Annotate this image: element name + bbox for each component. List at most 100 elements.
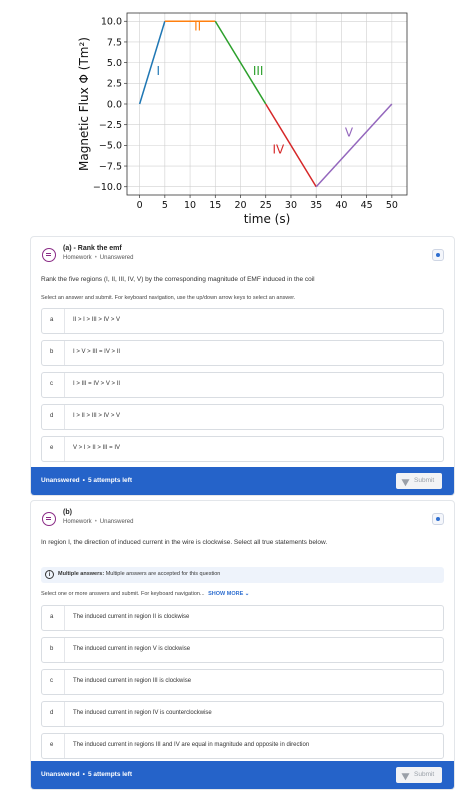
instructions-text: Select one or more answers and submit. F… [41,591,205,597]
option-letter: b [50,349,54,355]
answer-option-c[interactable]: c I > III = IV > V > II [41,372,444,398]
option-divider [64,309,65,333]
option-letter: e [50,742,54,748]
option-divider [64,405,65,429]
meta-status: Unanswered [99,255,134,261]
option-label: V > I > II > III = IV [73,445,121,451]
submit-label: Submit [414,477,435,484]
multiple-answers-note: i Multiple answers: Multiple answers are… [41,567,444,583]
region-label-iii: III [253,64,264,78]
answer-option-a[interactable]: a II > I > III > IV > V [41,308,444,334]
region-label-ii: II [194,19,201,33]
info-icon: i [45,570,54,579]
question-prompt: Rank the five regions (I, II, III, IV, V… [41,276,315,283]
option-divider [64,341,65,365]
question-card-a: (a) - Rank the emf Homework • Unanswered R… [30,236,455,496]
question-card-b: (b) Homework • Unanswered In region I, the… [30,500,455,790]
answer-option-e[interactable]: e The induced current in regions III and… [41,733,444,759]
region-label-v: V [345,125,354,139]
answer-option-b[interactable]: b The induced current in region V is clo… [41,637,444,663]
question-instructions: Select an answer and submit. For keyboar… [41,295,296,301]
option-divider [64,670,65,694]
option-label: I > II > III > IV > V [73,413,121,419]
footer-status: Unanswered [41,771,80,778]
x-tick-label: 30 [285,200,297,211]
y-tick-label: −2.5 [99,120,122,131]
answer-option-c[interactable]: c The induced current in region III is c… [41,669,444,695]
y-tick-label: −10.0 [93,182,122,193]
flux-chart: 0 5 10 15 20 25 30 35 40 45 50 10.0 7.5 5.0 2.5 0.0 −2.5… [0,0,474,232]
answer-option-a[interactable]: a The induced current in region II is cl… [41,605,444,631]
option-label: The induced current in region III is clo… [73,678,192,684]
option-letter: a [50,614,54,620]
answer-option-b[interactable]: b I > V > III = IV > II [41,340,444,366]
question-footer: Unanswered • 5 attempts left Submit [31,761,454,789]
attempt-status: Unanswered • 5 attempts left [41,771,133,778]
x-tick-label: 35 [310,200,322,211]
question-meta: Homework • Unanswered [63,519,134,525]
attempts-left: 5 attempts left [87,477,133,484]
y-axis-label: Magnetic Flux Φ (Tm²) [77,37,91,171]
y-tick-label: −7.5 [99,161,122,172]
attempts-left: 5 attempts left [87,771,133,778]
x-tick-label: 0 [137,200,143,211]
meta-type: Homework [63,255,92,261]
option-label: The induced current in region V is clock… [73,646,191,652]
answer-option-d[interactable]: d I > II > III > IV > V [41,404,444,430]
option-divider [64,437,65,461]
option-letter: c [50,381,53,387]
note-text: Multiple answers are accepted for this q… [105,571,221,577]
answer-option-d[interactable]: d The induced current in region IV is co… [41,701,444,727]
x-tick-label: 45 [361,200,373,211]
option-divider [64,734,65,758]
option-letter: c [50,678,53,684]
x-tick-label: 25 [260,200,272,211]
y-tick-label: 2.5 [107,79,122,90]
option-label: The induced current in region II is cloc… [73,614,190,620]
question-footer: Unanswered • 5 attempts left Submit [31,467,454,495]
option-divider [64,702,65,726]
show-more-link[interactable]: SHOW MORE ⌄ [208,591,249,597]
option-label: The induced current in region IV is coun… [73,710,212,716]
x-axis-label: time (s) [244,212,291,226]
submit-button[interactable]: Submit [396,473,442,489]
question-list-icon [42,248,56,262]
option-letter: a [50,317,54,323]
x-tick-label: 50 [386,200,398,211]
option-letter: e [50,445,54,451]
meta-status: Unanswered [99,519,134,525]
option-label: II > I > III > IV > V [73,317,121,323]
question-list-icon [42,512,56,526]
question-title: (a) - Rank the emf [63,245,122,252]
answer-option-e[interactable]: e V > I > II > III = IV [41,436,444,462]
option-label: I > V > III = IV > II [73,349,121,355]
note-title: Multiple answers: [58,571,105,577]
option-divider [64,606,65,630]
submit-label: Submit [414,771,435,778]
meta-type: Homework [63,519,92,525]
question-instructions: Select one or more answers and submit. F… [41,591,444,597]
y-tick-label: 10.0 [101,17,122,28]
x-tick-label: 20 [234,200,246,211]
footer-status: Unanswered [41,477,80,484]
y-tick-label: 7.5 [107,37,122,48]
option-divider [64,638,65,662]
question-prompt: In region I, the direction of induced cu… [41,539,328,546]
option-letter: b [50,646,54,652]
region-label-iv: IV [272,143,285,157]
option-letter: d [50,710,54,716]
send-icon [401,475,412,487]
x-tick-label: 15 [209,200,221,211]
y-tick-label: −5.0 [99,141,122,152]
settings-badge-icon[interactable] [432,249,444,261]
settings-badge-icon[interactable] [432,513,444,525]
y-tick-label: 0.0 [107,99,122,110]
x-tick-label: 40 [335,200,347,211]
x-tick-label: 5 [162,200,168,211]
option-divider [64,373,65,397]
chevron-down-icon: ⌄ [244,591,250,597]
attempt-status: Unanswered • 5 attempts left [41,477,133,484]
question-title: (b) [63,509,72,516]
option-label: I > III = IV > V > II [73,381,121,387]
submit-button[interactable]: Submit [396,767,442,783]
